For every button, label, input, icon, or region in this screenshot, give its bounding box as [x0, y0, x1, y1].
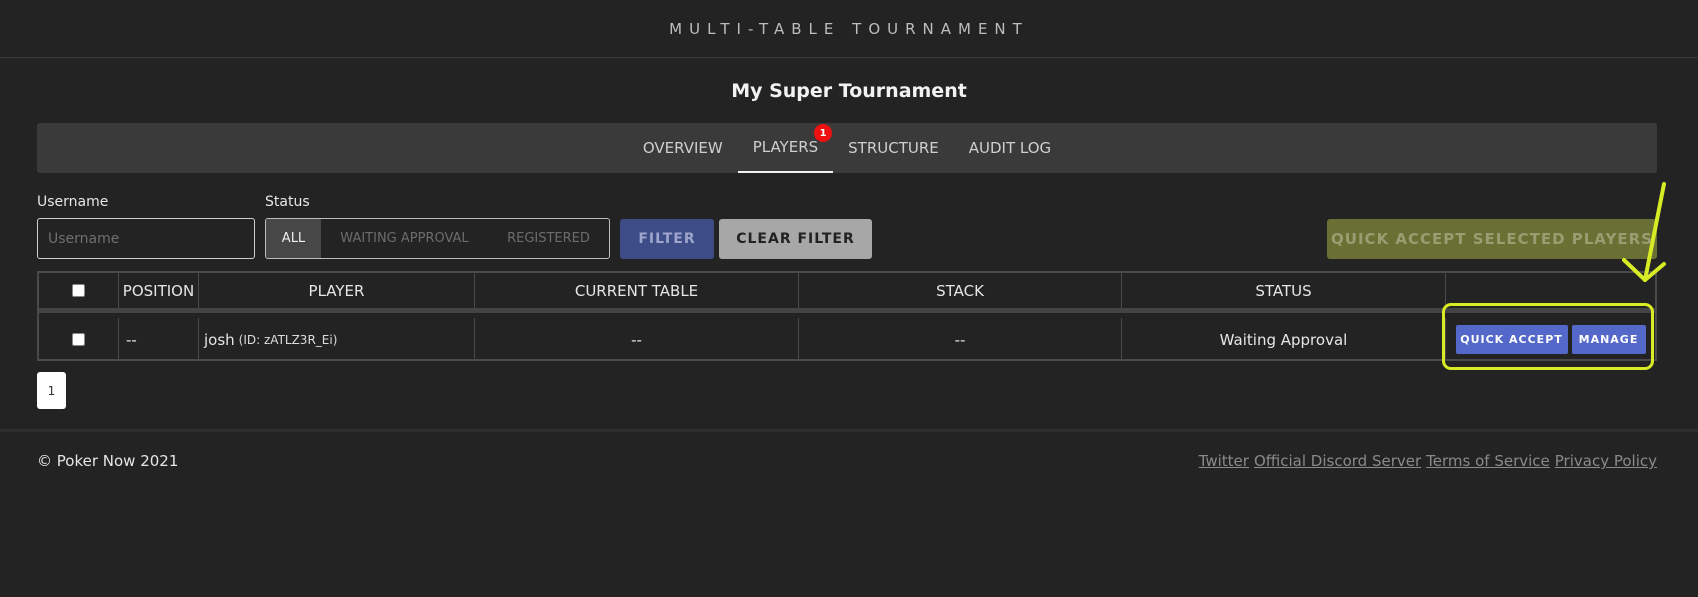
position-cell: -- [119, 318, 199, 361]
footer-copyright: © Poker Now 2021 [37, 452, 179, 470]
status-label: Status [265, 194, 310, 210]
player-cell: josh (ID: zATLZ3R_Ei) [199, 318, 475, 361]
column-header-player: PLAYER [199, 273, 475, 308]
pagination-page-button[interactable]: 1 [37, 372, 66, 409]
annotation-arrow-icon [1622, 182, 1666, 282]
tab-bar: OVERVIEW PLAYERS 1 STRUCTURE AUDIT LOG [37, 123, 1657, 173]
column-header-status: STATUS [1122, 273, 1446, 308]
username-input[interactable] [37, 218, 255, 259]
tab-structure[interactable]: STRUCTURE [833, 123, 954, 173]
table-row: -- josh (ID: zATLZ3R_Ei) -- -- Waiting A… [39, 318, 1655, 361]
players-table: POSITION PLAYER CURRENT TABLE STACK STAT… [37, 271, 1657, 361]
tab-overview[interactable]: OVERVIEW [628, 123, 738, 173]
top-bar: MULTI-TABLE TOURNAMENT [0, 0, 1698, 58]
player-id: (ID: zATLZ3R_Ei) [238, 332, 338, 347]
status-option-waiting-approval[interactable]: WAITING APPROVAL [321, 219, 488, 258]
footer-divider [0, 429, 1698, 432]
footer-link-privacy[interactable]: Privacy Policy [1555, 452, 1657, 470]
username-label: Username [37, 194, 109, 210]
status-cell: Waiting Approval [1122, 318, 1446, 361]
footer-links: Twitter Official Discord Server Terms of… [1199, 452, 1657, 470]
column-header-position: POSITION [119, 273, 199, 308]
footer-link-discord[interactable]: Official Discord Server [1254, 452, 1421, 470]
player-name: josh [204, 330, 235, 349]
filter-button[interactable]: FILTER [620, 219, 714, 259]
table-header-row: POSITION PLAYER CURRENT TABLE STACK STAT… [39, 273, 1655, 313]
status-option-registered[interactable]: REGISTERED [488, 219, 609, 258]
row-checkbox[interactable] [72, 333, 85, 346]
current-table-cell: -- [475, 318, 799, 361]
footer-link-twitter[interactable]: Twitter [1199, 452, 1249, 470]
tab-players-label: PLAYERS [752, 138, 819, 156]
quick-accept-selected-button[interactable]: QUICK ACCEPT SELECTED PLAYERS [1327, 219, 1657, 259]
column-header-current-table: CURRENT TABLE [475, 273, 799, 308]
stack-cell: -- [799, 318, 1122, 361]
column-header-stack: STACK [799, 273, 1122, 308]
footer-link-terms[interactable]: Terms of Service [1426, 452, 1550, 470]
status-option-all[interactable]: ALL [266, 219, 321, 258]
select-all-cell [39, 273, 119, 308]
app-title: MULTI-TABLE TOURNAMENT [669, 19, 1029, 38]
select-all-checkbox[interactable] [72, 284, 85, 297]
row-select-cell [39, 318, 119, 361]
clear-filter-button[interactable]: CLEAR FILTER [719, 219, 872, 259]
tab-audit-log[interactable]: AUDIT LOG [954, 123, 1066, 173]
annotation-highlight-box [1442, 303, 1654, 370]
status-selector: ALL WAITING APPROVAL REGISTERED [265, 218, 610, 259]
tournament-title: My Super Tournament [731, 80, 967, 102]
notification-badge: 1 [814, 124, 833, 142]
tab-players[interactable]: PLAYERS 1 [737, 123, 834, 173]
